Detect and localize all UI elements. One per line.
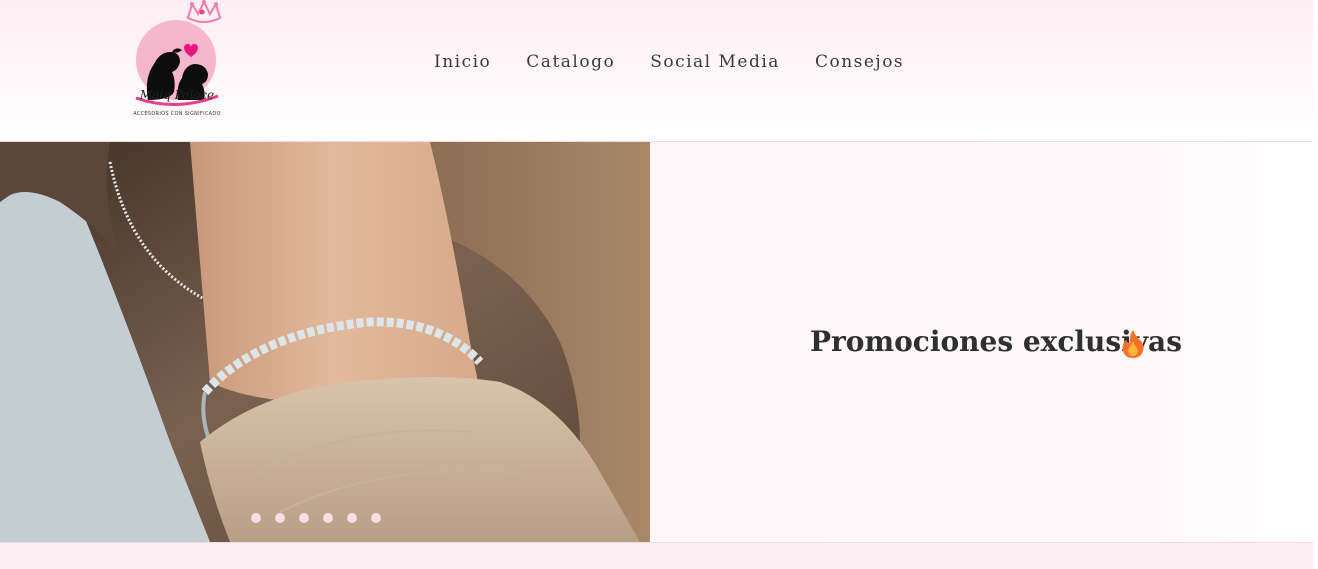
carousel-dot[interactable]: [347, 513, 357, 523]
carousel-dot[interactable]: [371, 513, 381, 523]
carousel-dot[interactable]: [299, 513, 309, 523]
logo-emblem-icon: [135, 0, 222, 106]
logo-tagline: ACCESORIOS CON SIGNIFICADO: [133, 111, 221, 117]
nav-link-inicio[interactable]: Inicio: [434, 52, 491, 72]
nav-link-social-media[interactable]: Social Media: [650, 52, 780, 72]
promo-panel: Promociones exclusivas: [650, 142, 1313, 542]
hero-carousel[interactable]: [0, 142, 650, 542]
site-header: Maiq Palace ACCESORIOS CON SIGNIFICADO I…: [0, 0, 1313, 142]
main-nav: Inicio Catalogo Social Media Consejos: [434, 52, 904, 72]
logo-script-text: Maiq Palace: [139, 88, 215, 102]
carousel-dots: [251, 513, 381, 523]
nav-link-consejos[interactable]: Consejos: [815, 52, 904, 72]
carousel-dot[interactable]: [275, 513, 285, 523]
section-divider-band: [0, 542, 1313, 569]
carousel-dot[interactable]: [251, 513, 261, 523]
carousel-dot[interactable]: [323, 513, 333, 523]
brand-logo[interactable]: Maiq Palace ACCESORIOS CON SIGNIFICADO: [118, 0, 236, 125]
nav-link-catalogo[interactable]: Catalogo: [526, 52, 615, 72]
bracelet-photo-image: [0, 142, 650, 542]
fire-icon: [1120, 329, 1146, 359]
